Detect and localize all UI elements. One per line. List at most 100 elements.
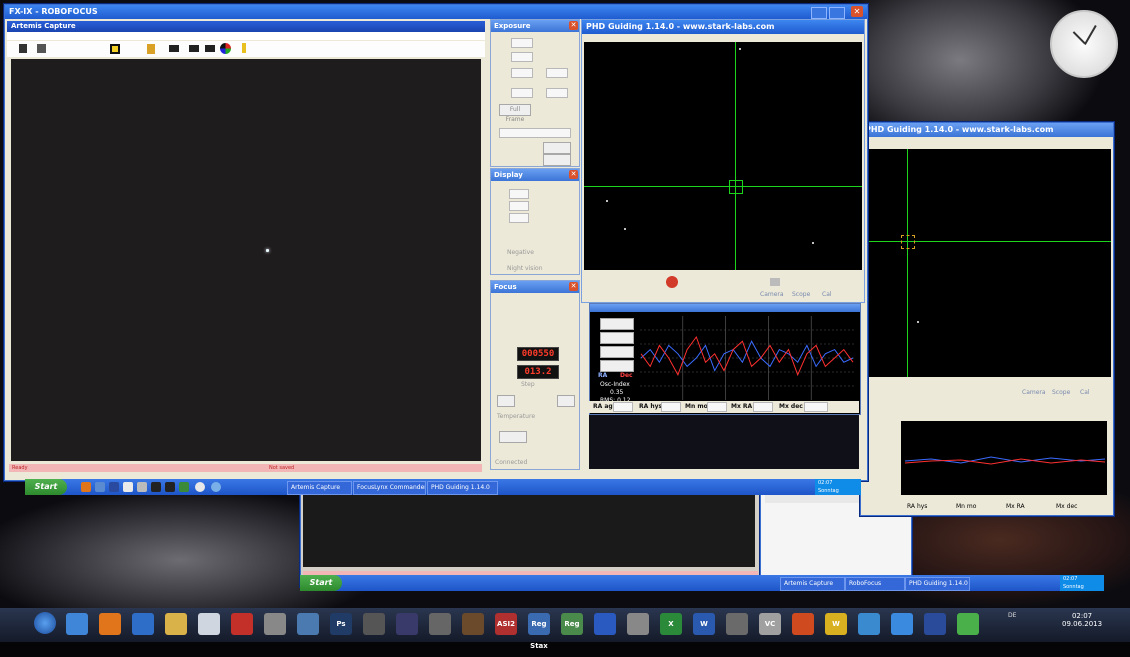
asi2-icon[interactable]: ASI2 — [495, 613, 517, 635]
task-phd-second[interactable]: PHD Guiding 1.14.0 — [905, 577, 970, 591]
excel-icon[interactable]: X — [660, 613, 682, 635]
frame-icon[interactable] — [110, 44, 120, 54]
negative-checkbox-label[interactable]: Negative — [507, 249, 534, 256]
maxim-icon[interactable] — [297, 613, 319, 635]
binning-x-field[interactable] — [511, 68, 533, 78]
display-close-icon[interactable]: ✕ — [569, 170, 578, 179]
tool-icon[interactable] — [726, 613, 748, 635]
bulb-icon[interactable] — [242, 43, 246, 53]
star-icon[interactable] — [363, 613, 385, 635]
height-field[interactable] — [546, 88, 568, 98]
mx-dec-label: Mx dec — [779, 403, 803, 410]
globe-icon[interactable] — [858, 613, 880, 635]
blue-icon[interactable] — [594, 613, 616, 635]
graph-button-1[interactable] — [600, 318, 634, 330]
flag2-icon[interactable] — [189, 45, 199, 52]
focus-out-button[interactable] — [557, 395, 575, 407]
regstax-icon[interactable]: Reg Stax — [528, 613, 550, 650]
focus-in-button[interactable] — [497, 395, 515, 407]
cartes-icon[interactable] — [429, 613, 451, 635]
explorer-icon[interactable] — [95, 482, 105, 492]
full-frame-button[interactable]: Full Frame — [499, 104, 531, 123]
maximize-button[interactable] — [829, 7, 845, 19]
minimize-button[interactable] — [811, 7, 827, 19]
ppt-icon[interactable] — [792, 613, 814, 635]
lock-icon[interactable] — [147, 44, 155, 54]
refresh-icon[interactable] — [195, 482, 205, 492]
ie-icon[interactable] — [66, 613, 88, 635]
pen-icon[interactable] — [137, 482, 147, 492]
phd-second-window[interactable]: PHD Guiding 1.14.0 - www.stark-labs.com … — [860, 122, 1114, 516]
exposure-time-field[interactable] — [511, 38, 533, 48]
dropbox-icon[interactable] — [891, 613, 913, 635]
ascom-icon[interactable] — [151, 482, 161, 492]
globe-icon[interactable] — [211, 482, 221, 492]
ps-icon[interactable]: Ps — [330, 613, 352, 635]
exposure-close-icon[interactable]: ✕ — [569, 21, 578, 30]
close-icon[interactable]: ✕ — [851, 6, 863, 17]
graph-button-2[interactable] — [600, 332, 634, 344]
start-button[interactable]: Start — [25, 479, 67, 495]
clover-icon[interactable] — [957, 613, 979, 635]
browse-button[interactable] — [543, 142, 571, 154]
start-exposure-button[interactable] — [543, 154, 571, 166]
graph-button-3[interactable] — [600, 346, 634, 358]
firefox-icon[interactable] — [81, 482, 91, 492]
mx-dec-field[interactable] — [804, 402, 828, 412]
dark-icon[interactable] — [770, 278, 780, 286]
explorer-icon[interactable] — [165, 613, 187, 635]
ra-hys-field[interactable] — [661, 402, 681, 412]
task-robofocus-second[interactable]: RoboFocus — [845, 577, 905, 591]
tool-icon[interactable] — [179, 482, 189, 492]
graph-button-4[interactable] — [600, 360, 634, 372]
start-button-second[interactable]: Start — [300, 575, 342, 591]
goto-button[interactable] — [499, 431, 527, 443]
camera-icon[interactable] — [37, 44, 46, 53]
mn-mo-field[interactable] — [707, 402, 727, 412]
windows-start-orb[interactable] — [34, 612, 56, 634]
flag3-icon[interactable] — [205, 45, 215, 52]
gamma-field[interactable] — [509, 213, 529, 223]
save-path-field[interactable] — [499, 128, 571, 138]
main-remote-window[interactable]: FX-IX - ROBOFOCUS ✕ Artemis Capture Read… — [4, 4, 868, 495]
pen-icon[interactable] — [264, 613, 286, 635]
mx-ra-field[interactable] — [753, 402, 773, 412]
binning-y-field[interactable] — [546, 68, 568, 78]
ra-agr-field[interactable] — [613, 402, 633, 412]
teamviewer-icon[interactable] — [132, 613, 154, 635]
stars-icon[interactable] — [165, 482, 175, 492]
w-yellow-icon[interactable]: W — [825, 613, 847, 635]
white-level-field[interactable] — [509, 201, 529, 211]
task-phd[interactable]: PHD Guiding 1.14.0 — [427, 481, 498, 495]
black-level-field[interactable] — [509, 189, 529, 199]
registax-icon[interactable]: Reg — [561, 613, 583, 635]
notepad-icon[interactable] — [198, 613, 220, 635]
sharpcap-icon[interactable] — [627, 613, 649, 635]
app-icon[interactable] — [109, 482, 119, 492]
task-artemis-second[interactable]: Artemis Capture — [780, 577, 845, 591]
nebula-icon[interactable] — [396, 613, 418, 635]
second-artemis-window[interactable] — [300, 490, 762, 587]
task-focuslynx[interactable]: FocusLynx Commander — [353, 481, 426, 495]
night-vision-checkbox-label[interactable]: Night vision — [507, 265, 543, 272]
word-icon[interactable]: W — [693, 613, 715, 635]
phd-main-window[interactable]: PHD Guiding 1.14.0 - www.stark-labs.com … — [581, 19, 865, 303]
save-icon[interactable] — [19, 44, 27, 53]
stop-icon[interactable] — [666, 276, 678, 288]
input-language[interactable]: DE — [1008, 612, 1016, 619]
flag-icon[interactable] — [924, 613, 946, 635]
deepsky-icon[interactable] — [462, 613, 484, 635]
task-artemis[interactable]: Artemis Capture — [287, 481, 352, 495]
artemis-window[interactable]: Artemis Capture Ready Not saved — [7, 21, 485, 476]
phd-graph-window[interactable]: RA Dec Osc-Index 0.35 RMS: 0.12 — [589, 303, 861, 415]
vc-icon[interactable]: VC — [759, 613, 781, 635]
focus-close-icon[interactable]: ✕ — [569, 282, 578, 291]
width-field[interactable] — [511, 88, 533, 98]
notepad-icon[interactable] — [123, 482, 133, 492]
filezilla-icon[interactable] — [231, 613, 253, 635]
exposure-gain-field[interactable] — [511, 52, 533, 62]
flag-icon[interactable] — [169, 45, 179, 52]
firefox-icon[interactable] — [99, 613, 121, 635]
win7-clock[interactable]: 02:07 09.06.2013 — [1062, 612, 1102, 628]
color-wheel-icon[interactable] — [220, 43, 231, 54]
